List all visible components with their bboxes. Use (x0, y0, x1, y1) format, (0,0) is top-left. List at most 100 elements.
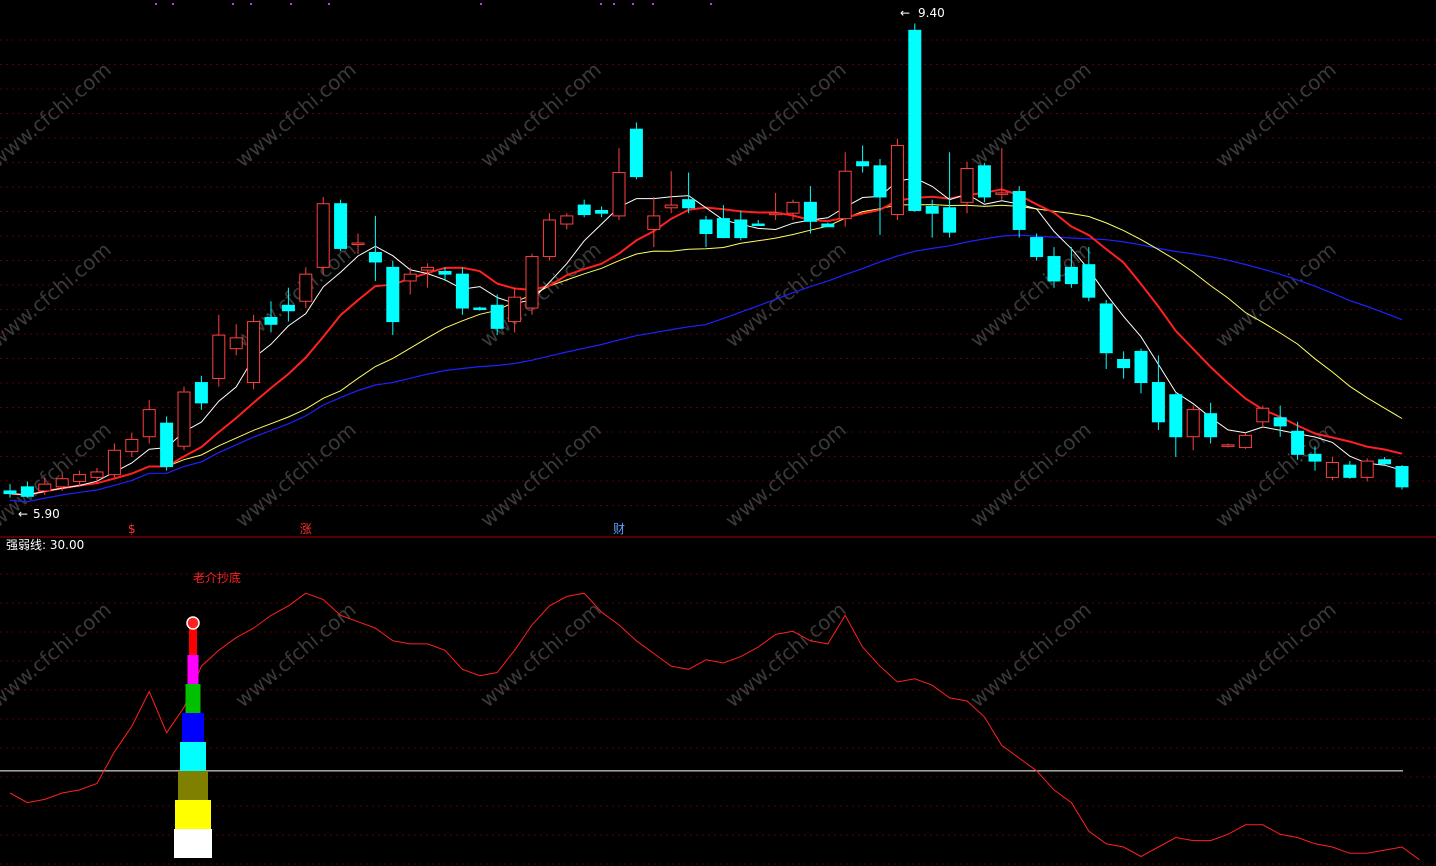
candle-body (142, 409, 156, 438)
signal-marker: $ (128, 522, 136, 536)
candle-body (1221, 444, 1235, 447)
stack-bar (185, 684, 201, 713)
candle-body (386, 266, 400, 323)
bottom-signal-annotation: 老介抄底 (193, 570, 241, 585)
candle-body (1082, 264, 1096, 298)
candle-body (943, 207, 957, 233)
candle-body (351, 242, 365, 246)
candle-body (38, 483, 52, 492)
candle-body (908, 29, 922, 211)
candle-body (107, 449, 121, 476)
watermark-text: www.cfchi.com (230, 597, 360, 712)
candle-body (247, 321, 261, 384)
candle-body (786, 201, 800, 214)
candle-body (438, 270, 452, 275)
top-dot (172, 3, 174, 5)
candle-body (1047, 256, 1061, 282)
candle-body (281, 304, 295, 312)
watermark-text: www.cfchi.com (720, 57, 850, 172)
candle-body (960, 167, 974, 203)
candle-body (212, 334, 226, 379)
stack-bar (175, 800, 211, 829)
stack-bar (178, 771, 208, 800)
top-dot (250, 3, 252, 5)
candle-body (699, 219, 713, 235)
candle-body (90, 471, 104, 478)
candle-body (925, 205, 939, 214)
watermark-text: www.cfchi.com (230, 57, 360, 172)
candle-body (421, 266, 435, 271)
candle-body (1064, 266, 1078, 285)
top-dot (652, 3, 654, 5)
watermark-text: www.cfchi.com (475, 57, 605, 172)
watermark-text: www.cfchi.com (0, 597, 116, 712)
candle-body (194, 382, 208, 404)
candle-body (3, 490, 17, 495)
watermark-text: www.cfchi.com (720, 597, 850, 712)
top-dot (480, 3, 482, 5)
candle-body (1395, 466, 1409, 488)
watermark-text: www.cfchi.com (1210, 237, 1340, 352)
watermark-text: www.cfchi.com (475, 597, 605, 712)
candle-body (542, 219, 556, 258)
main-grid (0, 3, 1436, 506)
candle-body (125, 438, 139, 453)
candle-body (577, 204, 591, 216)
candle-body (1360, 460, 1374, 478)
candle-body (264, 317, 278, 325)
top-dot (232, 3, 234, 5)
candle-body (1343, 464, 1357, 478)
candle-body (73, 474, 87, 482)
candle-body (1151, 382, 1165, 423)
top-dot (710, 3, 712, 5)
candle-body (856, 161, 870, 167)
top-dot (632, 3, 634, 5)
low-price-arrow: ← (18, 507, 28, 521)
candle-body (751, 223, 765, 227)
candle-body (1291, 430, 1305, 455)
candle-body (334, 203, 348, 249)
candle-body (1030, 237, 1044, 258)
candlestick-series[interactable] (3, 23, 1409, 498)
strength-line (9, 592, 1420, 861)
candle-body (316, 203, 330, 268)
candle-body (1325, 461, 1339, 478)
bottom-signal-stack (174, 616, 212, 858)
candle-body (177, 391, 191, 447)
candle-body (490, 304, 504, 329)
candle-body (1169, 394, 1183, 438)
stack-bar (182, 713, 204, 742)
top-dot (613, 3, 615, 5)
candle-body (803, 201, 817, 222)
sub-grid (0, 573, 1436, 865)
watermark-text: www.cfchi.com (965, 597, 1095, 712)
candle-body (1273, 417, 1287, 427)
candle-body (560, 215, 574, 225)
high-price-label: 9.40 (918, 6, 945, 20)
candle-body (160, 422, 174, 468)
top-dot (290, 3, 292, 5)
candle-body (612, 172, 626, 217)
top-dot (155, 3, 157, 5)
candle-body (716, 218, 730, 239)
candle-body (1012, 191, 1026, 230)
candle-body (403, 273, 417, 282)
stack-bar (174, 829, 212, 858)
candle-body (838, 170, 852, 220)
candle-body (890, 144, 904, 216)
candle-body (769, 212, 783, 216)
candle-body (229, 337, 243, 350)
stock-chart: www.cfchi.com www.cfchi.com www.cfchi.com w… (0, 3, 1436, 865)
candle-body (1117, 359, 1131, 369)
candle-body (508, 296, 522, 323)
candle-body (734, 219, 748, 239)
signal-marker: 财 (613, 522, 625, 536)
watermark-text: www.cfchi.com (965, 57, 1095, 172)
candle-body (595, 209, 609, 214)
candle-body (629, 128, 643, 178)
candle-body (525, 256, 539, 309)
candle-body (368, 251, 382, 263)
strength-indicator-panel: 强弱线: 30.00 老介抄底 (0, 538, 1420, 861)
candle-body (1238, 434, 1252, 449)
candle-body (299, 273, 313, 302)
